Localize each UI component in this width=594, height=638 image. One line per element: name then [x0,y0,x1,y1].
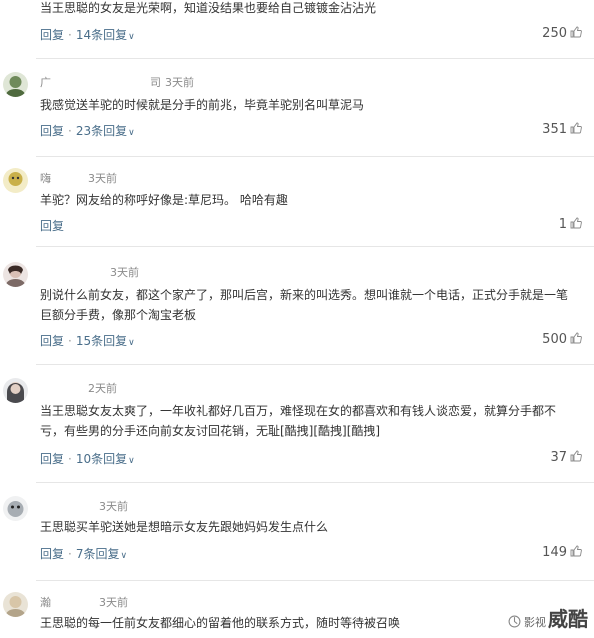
divider [36,58,594,59]
timestamp: 3天前 [99,596,128,609]
comment-text: 王思聪买羊驼送她是想暗示女友先跟她妈妈发生点什么 [40,520,329,534]
chevron-down-icon: ∨ [128,32,135,42]
divider [36,246,594,247]
chevron-down-icon: ∨ [128,456,135,466]
comment-item: 瀚 3天前 王思聪的每一任前女友都细心的留着他的联系方式，随时等待被召唤 [0,582,594,638]
username[interactable]: 3天前 [40,264,139,280]
view-replies-link[interactable]: 10条回复∨ [76,452,135,466]
chevron-down-icon: ∨ [128,128,135,138]
separator-dot: · [68,547,72,561]
timestamp: 3天前 [110,266,139,279]
timestamp: 3天前 [165,76,194,89]
thumb-up-icon [570,26,582,38]
comment-actions: 回复 · 14条回复∨ [40,26,135,43]
comment-text: 当王思聪女友太爽了，一年收礼都好几百万，难怪现在女的都喜欢和有钱人谈恋爱，就算分… [40,404,557,418]
comment-text: 我感觉送羊驼的时候就是分手的前兆，毕竟羊驼别名叫草泥马 [40,98,365,112]
like-count[interactable]: 351 [542,122,582,137]
view-replies-link[interactable]: 14条回复∨ [76,28,135,42]
avatar[interactable] [3,378,28,403]
divider [36,364,594,365]
comment-text-line2: 亏，有些男的分手还向前女友讨回花销，无耻[酷拽][酷拽][酷拽] [40,424,381,438]
divider [36,580,594,581]
comment-actions: 回复 [40,217,64,234]
wechat-logo-icon [508,615,521,628]
avatar[interactable] [3,496,28,521]
thumb-up-icon [570,122,582,134]
chevron-down-icon: ∨ [128,338,135,348]
comment-actions: 回复 · 23条回复∨ [40,122,135,139]
thumb-up-icon [570,545,582,557]
watermark-big-text: 威酷 [548,607,588,631]
like-count[interactable]: 1 [559,217,582,232]
username[interactable]: 嗨 3天前 [40,170,117,186]
like-count[interactable]: 149 [542,545,582,560]
replies-count: 23条回复 [75,124,128,138]
watermark-small-text: 影视 [524,616,546,629]
replies-count: 10条回复 [75,452,128,466]
reply-button[interactable]: 回复 [40,547,64,561]
comment-item: 当王思聪的女友是光荣啊，知道没结果也要给自己镀镀金沾沾光 回复 · 14条回复∨ 2… [0,0,594,58]
replies-count: 15条回复 [75,334,128,348]
thumb-up-icon [570,217,582,229]
view-replies-link[interactable]: 7条回复∨ [76,547,127,561]
timestamp: 2天前 [88,382,117,395]
avatar[interactable] [3,168,28,193]
comment-item: 广 司 3天前 我感觉送羊驼的时候就是分手的前兆，毕竟羊驼别名叫草泥马 回复 · 23… [0,60,594,156]
separator-dot: · [68,334,72,348]
reply-button[interactable]: 回复 [40,334,64,348]
chevron-down-icon: ∨ [120,551,128,561]
separator-dot: · [68,452,72,466]
reply-button[interactable]: 回复 [40,28,64,42]
comment-item: 嗨 3天前 羊驼？网友给的称呼好像是:草尼玛。 哈哈有趣 回复 1 [0,158,594,246]
replies-count: 7条回复 [75,547,120,561]
avatar[interactable] [3,72,28,97]
reply-button[interactable]: 回复 [40,219,64,233]
username[interactable]: 瀚 3天前 [40,594,128,610]
comment-actions: 回复 · 15条回复∨ [40,332,135,349]
username[interactable]: 2天前 [40,380,117,396]
avatar[interactable] [3,592,28,617]
comment-actions: 回复 · 7条回复∨ [40,545,127,562]
view-replies-link[interactable]: 23条回复∨ [76,124,135,138]
separator-dot: · [68,124,72,138]
comment-item: 3天前 别说什么前女友，都这个家产了，那叫后宫，新来的叫选秀。想叫谁就一个电话，… [0,248,594,364]
thumb-up-icon [570,332,582,344]
username[interactable]: 广 司 3天前 [40,74,194,90]
view-replies-link[interactable]: 15条回复∨ [76,334,135,348]
comment-text: 别说什么前女友，都这个家产了，那叫后宫，新来的叫选秀。想叫谁就一个电话，正式分手… [40,288,569,302]
like-count[interactable]: 37 [550,450,582,465]
like-count[interactable]: 500 [542,332,582,347]
comment-actions: 回复 · 10条回复∨ [40,450,135,467]
divider [36,156,594,157]
like-count[interactable]: 250 [542,26,582,41]
comment-text-line2: 巨额分手费，像那个淘宝老板 [40,308,197,322]
timestamp: 3天前 [99,500,128,513]
comment-item: 2天前 当王思聪女友太爽了，一年收礼都好几百万，难怪现在女的都喜欢和有钱人谈恋爱… [0,366,594,482]
comment-text: 当王思聪的女友是光荣啊，知道没结果也要给自己镀镀金沾沾光 [40,1,377,15]
thumb-up-icon [570,450,582,462]
reply-button[interactable]: 回复 [40,124,64,138]
comment-item: 3天前 王思聪买羊驼送她是想暗示女友先跟她妈妈发生点什么 回复 · 7条回复∨ 14… [0,484,594,580]
timestamp: 3天前 [88,172,117,185]
separator-dot: · [68,28,72,42]
avatar[interactable] [3,262,28,287]
comment-text: 羊驼？网友给的称呼好像是:草尼玛。 哈哈有趣 [40,193,288,207]
comment-text: 王思聪的每一任前女友都细心的留着他的联系方式，随时等待被召唤 [40,616,401,630]
watermark: 影视 威酷 [508,603,588,632]
username[interactable]: 3天前 [40,498,128,514]
reply-button[interactable]: 回复 [40,452,64,466]
divider [36,482,594,483]
replies-count: 14条回复 [75,28,128,42]
